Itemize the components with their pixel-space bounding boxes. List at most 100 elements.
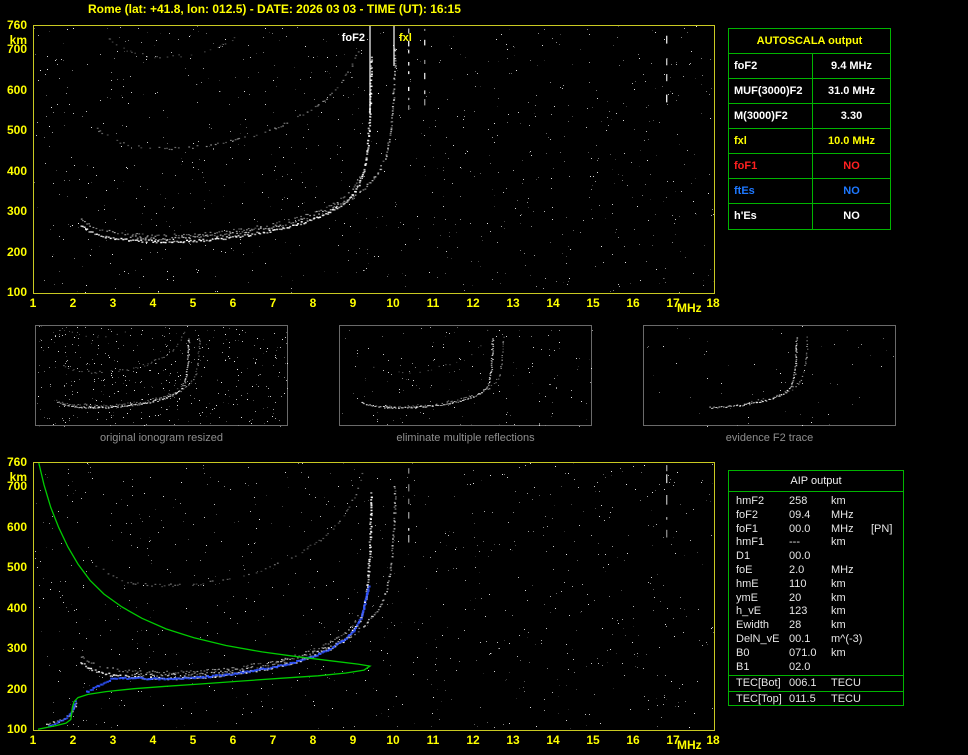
autoscala-row-fof1: foF1 NO [729, 154, 890, 179]
x-tick-label: 1 [29, 296, 37, 310]
parameter-value: 071.0 [789, 646, 817, 659]
parameter-name: B0 [736, 646, 750, 659]
x-tick-label: 11 [426, 296, 440, 310]
x-tick-label: 9 [349, 733, 357, 747]
x-tick-label: 1 [29, 733, 37, 747]
x-tick-label: 4 [149, 733, 157, 747]
autoscala-row-fxl: fxl 10.0 MHz [729, 129, 890, 154]
aip-row-tec-top: TEC[Top] 011.5 TECU [729, 690, 903, 706]
x-tick-label: 7 [269, 296, 277, 310]
parameter-value: 31.0 MHz [827, 85, 876, 97]
x-tick-label: 12 [466, 733, 480, 747]
thumbnail-eliminate-reflections [339, 325, 593, 427]
parameter-name: ymE [736, 591, 758, 604]
parameter-unit: km [831, 495, 846, 507]
parameter-name: foF1 [736, 522, 759, 535]
y-tick-label: 500 [6, 123, 27, 138]
aip-row-b1: B1 02.0 [729, 661, 903, 675]
autoscala-table-title: AUTOSCALA output [729, 29, 890, 54]
x-tick-label: 16 [626, 296, 640, 310]
parameter-name: fxl [729, 129, 813, 153]
parameter-note [871, 647, 903, 661]
parameter-value: 258 [789, 495, 808, 507]
x-tick-label: 12 [466, 296, 480, 310]
x-tick-label: 11 [426, 733, 440, 747]
thumbnail-original-ionogram [35, 325, 288, 427]
parameter-name: M(3000)F2 [729, 104, 813, 128]
x-tick-label: 10 [386, 296, 400, 310]
parameter-value: 00.1 [789, 632, 811, 645]
parameter-name: hmF2 [736, 495, 765, 507]
aip-row-yme: ymE 20 km [729, 592, 903, 606]
y-tick-label: 600 [6, 82, 27, 97]
parameter-value: 9.4 MHz [831, 60, 872, 72]
x-tick-label: 10 [386, 733, 400, 747]
autoscala-row-muf3000f2: MUF(3000)F2 31.0 MHz [729, 79, 890, 104]
parameter-unit [831, 550, 871, 564]
parameter-value: 10.0 MHz [827, 135, 876, 147]
parameter-unit: km [831, 619, 846, 632]
parameter-value: 28 [789, 619, 802, 632]
y-tick-label: 760 [6, 18, 27, 32]
parameter-name: foE [736, 563, 753, 576]
x-tick-label: 3 [109, 296, 117, 310]
aip-row-d1: D1 00.0 [729, 550, 903, 564]
x-tick-label: 5 [189, 733, 197, 747]
station-date-time-header: Rome (lat: +41.8, lon: 012.5) - DATE: 20… [88, 2, 461, 16]
x-tick-label: 3 [109, 733, 117, 747]
parameter-value: 00.0 [789, 550, 811, 563]
x-axis-unit-label: MHz [677, 301, 702, 315]
thumbnail-caption: original ionogram resized [100, 432, 223, 444]
y-tick-label: 300 [6, 204, 27, 219]
autoscala-row-hes: h'Es NO [729, 204, 890, 229]
aip-row-hmf1: hmF1 --- km [729, 536, 903, 550]
parameter-note [871, 619, 903, 633]
aip-row-delnve: DelN_vE 00.1 m^(-3) [729, 633, 903, 647]
x-axis-unit-label: MHz [677, 738, 702, 752]
parameter-unit: TECU [831, 692, 861, 705]
ionogram-plot: foF2 fxl [33, 25, 715, 294]
parameter-name: h'Es [729, 204, 813, 229]
parameter-value: 09.4 [789, 508, 811, 521]
parameter-note [871, 495, 903, 509]
parameter-value: 011.5 [789, 692, 816, 705]
y-axis-unit-label: km [9, 470, 27, 484]
parameter-value: 3.30 [840, 110, 863, 122]
svg-text:foF2: foF2 [342, 32, 365, 44]
y-axis-unit-label: km [9, 33, 27, 47]
parameter-note [871, 605, 903, 619]
parameter-note [871, 509, 903, 523]
parameter-unit: MHz [831, 508, 854, 521]
y-tick-label: 760 [6, 455, 27, 469]
y-tick-label: 200 [6, 681, 27, 696]
parameter-unit [831, 661, 871, 675]
x-tick-label: 8 [309, 296, 317, 310]
parameter-note: [PN] [871, 522, 893, 535]
aip-row-fof2: foF2 09.4 MHz [729, 509, 903, 523]
x-tick-label: 2 [69, 733, 77, 747]
y-tick-label: 400 [6, 600, 27, 615]
y-tick-label: 400 [6, 163, 27, 178]
parameter-value: 110 [789, 577, 807, 590]
autoscala-row-m3000f2: M(3000)F2 3.30 [729, 104, 890, 129]
parameter-name: hmE [736, 577, 759, 590]
x-tick-label: 5 [189, 296, 197, 310]
parameter-value: 006.1 [789, 677, 817, 690]
parameter-note [871, 536, 903, 550]
x-tick-label: 16 [626, 733, 640, 747]
aip-table-title: AIP output [729, 471, 903, 492]
y-tick-label: 600 [6, 519, 27, 534]
parameter-value: 2.0 [789, 563, 805, 576]
parameter-name: MUF(3000)F2 [729, 79, 813, 103]
x-tick-label: 15 [586, 296, 600, 310]
parameter-note [871, 564, 903, 578]
aip-row-ewidth: Ewidth 28 km [729, 619, 903, 633]
x-tick-label: 8 [309, 733, 317, 747]
parameter-value: --- [789, 536, 800, 549]
parameter-note [871, 550, 903, 564]
parameter-value: NO [843, 160, 860, 172]
parameter-value: 20 [789, 591, 802, 604]
x-tick-label: 6 [229, 296, 237, 310]
aip-table-body: hmF2 258 km foF2 09.4 MHz foF1 00.0 MHz [PN] hm… [729, 492, 903, 674]
x-tick-label: 2 [69, 296, 77, 310]
